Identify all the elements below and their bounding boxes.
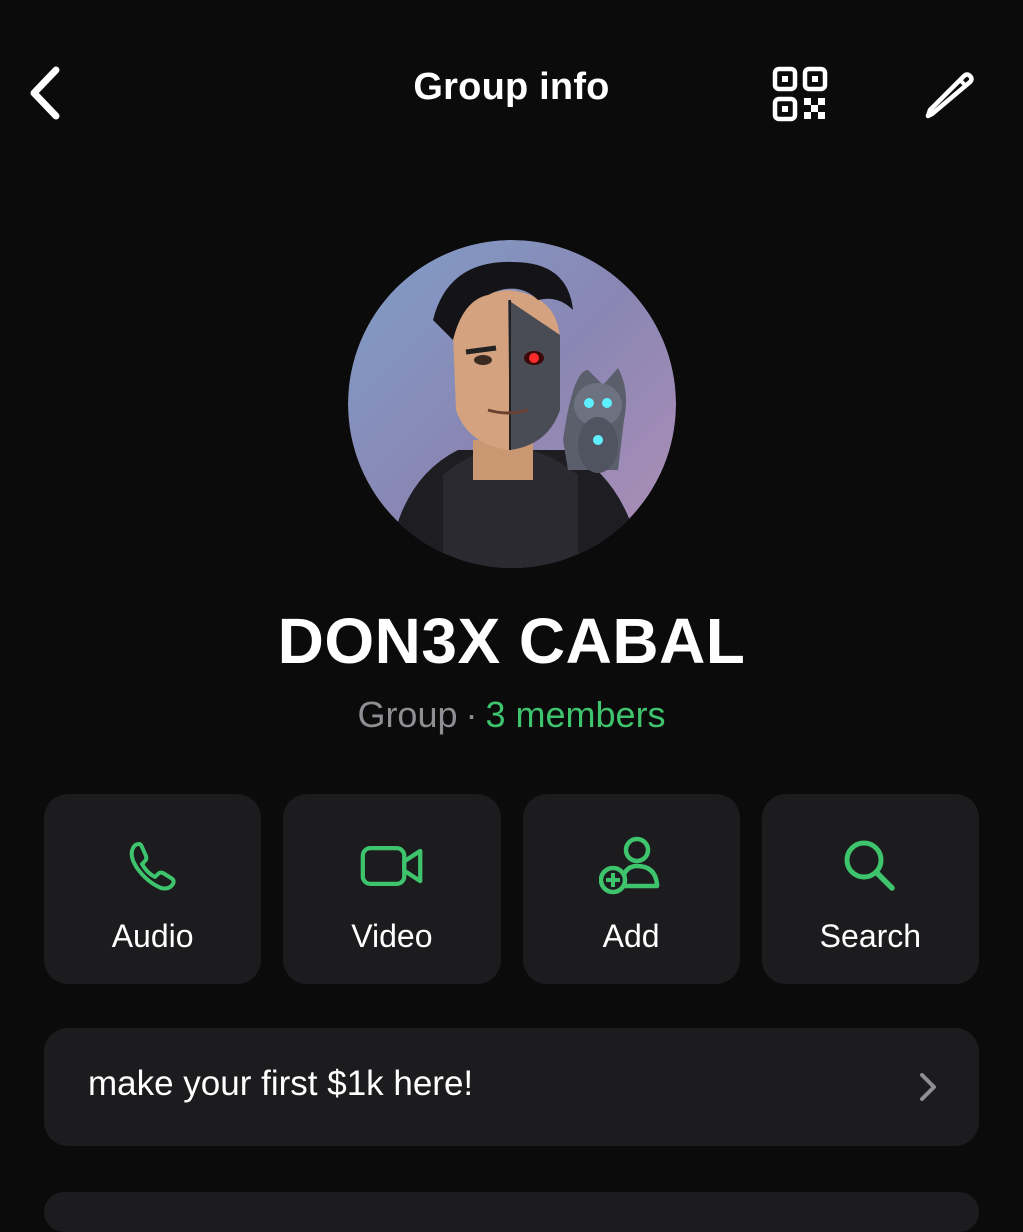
qr-code-button[interactable] [766, 60, 834, 128]
search-button[interactable]: Search [761, 794, 979, 984]
add-member-button[interactable]: Add [522, 794, 740, 984]
group-name: DON3X CABAL [277, 605, 746, 677]
group-subtitle: Group · 3 members [0, 694, 1023, 736]
group-description: make your first $1k here! [88, 1064, 474, 1103]
edit-button[interactable] [914, 60, 982, 128]
phone-icon [129, 842, 176, 891]
video-label: Video [351, 918, 433, 954]
qr-code-icon [772, 66, 828, 122]
audio-call-button[interactable]: Audio [44, 794, 262, 984]
video-camera-icon [360, 846, 423, 886]
next-section-card [44, 1192, 979, 1232]
action-buttons: Audio Video Add Search [44, 794, 979, 984]
members-count-link[interactable]: 3 members [486, 694, 666, 735]
separator-dot: · [465, 694, 478, 735]
chevron-right-icon [920, 1073, 936, 1101]
audio-label: Audio [111, 918, 194, 954]
add-label: Add [602, 918, 660, 954]
add-person-icon [599, 836, 660, 895]
header: Group info [0, 0, 1023, 190]
group-avatar[interactable] [348, 240, 676, 568]
pencil-icon [925, 72, 974, 119]
group-description-row[interactable]: make your first $1k here! [44, 1028, 979, 1146]
page-title: Group info [413, 66, 610, 108]
video-call-button[interactable]: Video [283, 794, 501, 984]
avatar-illustration [348, 240, 676, 568]
search-label: Search [819, 918, 922, 954]
group-type: Group [357, 694, 458, 735]
search-icon [844, 840, 896, 891]
